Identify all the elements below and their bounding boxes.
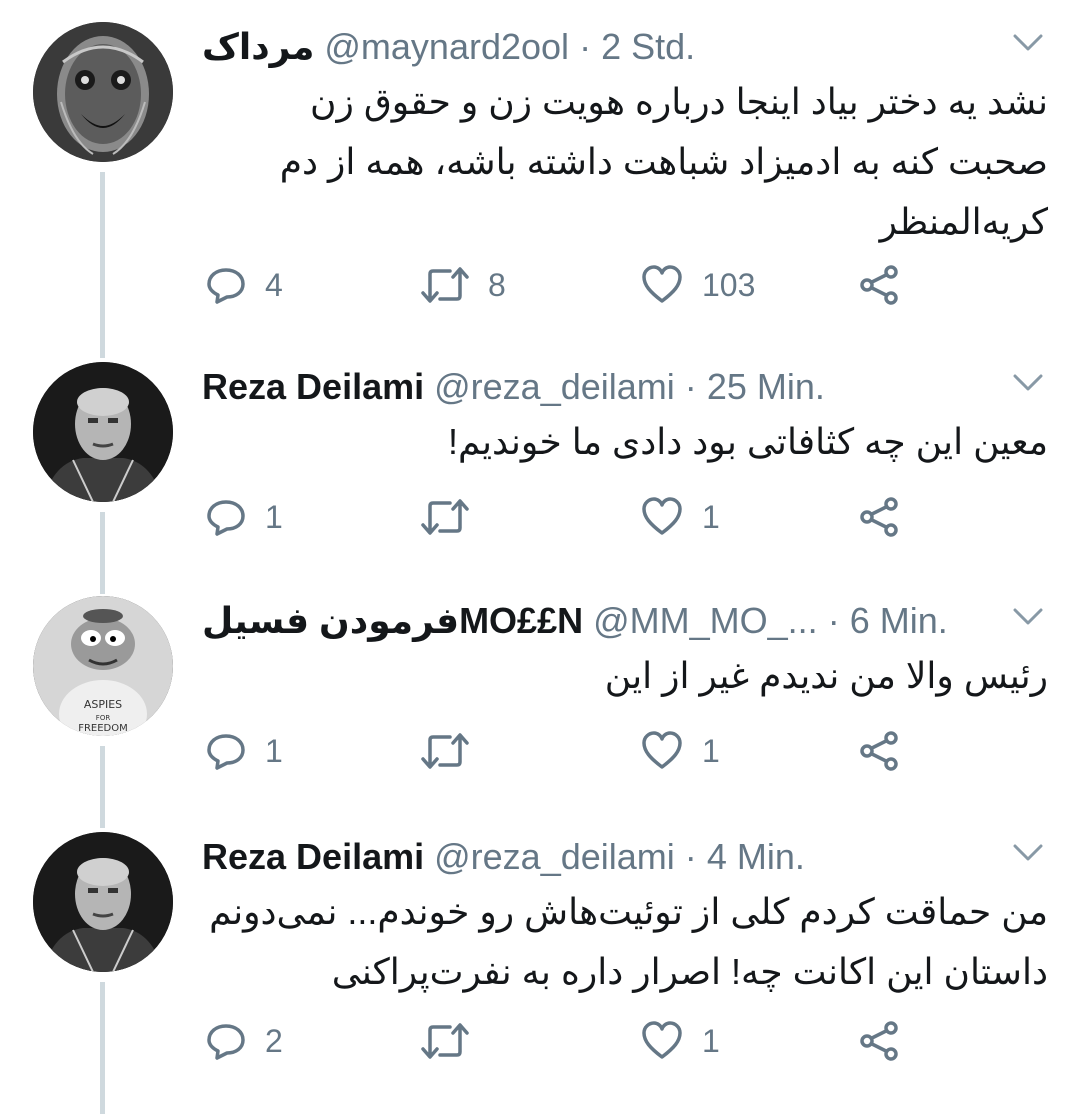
reply-icon xyxy=(207,500,245,536)
heart-icon xyxy=(642,1021,682,1059)
chevron-down-icon[interactable] xyxy=(1012,372,1044,394)
like-button[interactable]: 1 xyxy=(640,492,720,542)
share-icon xyxy=(860,265,898,305)
share-icon xyxy=(860,497,898,537)
tweet[interactable]: ASPIES FOR FREEDOM فرمودن فسیلMO££N @MM_… xyxy=(0,596,1080,806)
reply-count: 4 xyxy=(265,266,283,303)
tweet-text-line: صحبت کنه به ادمیزاد شباهت داشته باشه، هم… xyxy=(279,141,1048,182)
tweet[interactable]: Reza Deilami @reza_deilami · 4 Min. من ح… xyxy=(0,832,1080,1114)
like-button[interactable]: 1 xyxy=(640,726,720,776)
reply-button[interactable]: 2 xyxy=(205,1016,283,1066)
like-count: 1 xyxy=(702,498,720,535)
avatar[interactable]: ASPIES FOR FREEDOM xyxy=(33,596,173,736)
separator: · xyxy=(827,600,840,641)
retweet-count: 8 xyxy=(488,266,506,303)
reply-button[interactable]: 1 xyxy=(205,726,283,776)
chevron-down-icon[interactable] xyxy=(1012,606,1044,628)
tweet-text-line: رئیس والا من ندیدم غیر از این xyxy=(604,655,1048,696)
tweet-header: Reza Deilami @reza_deilami · 25 Min. xyxy=(202,362,962,412)
like-count: 1 xyxy=(702,1022,720,1059)
avatar[interactable] xyxy=(33,22,173,162)
share-button[interactable] xyxy=(858,726,902,776)
share-button[interactable] xyxy=(858,492,902,542)
retweet-button[interactable] xyxy=(420,726,488,776)
like-button[interactable]: 103 xyxy=(640,260,755,310)
display-name[interactable]: فرمودن فسیلMO££N xyxy=(202,600,583,641)
avatar[interactable] xyxy=(33,362,173,502)
retweet-button[interactable] xyxy=(420,1016,488,1066)
like-count: 1 xyxy=(702,732,720,769)
reply-icon xyxy=(207,268,245,304)
tweet-text: رئیس والا من ندیدم غیر از این xyxy=(202,646,1048,706)
handle[interactable]: @reza_deilami xyxy=(434,836,675,877)
tweet-text-line: معین این چه کثافاتی بود دادی ما خوندیم! xyxy=(448,421,1048,462)
retweet-button[interactable] xyxy=(420,492,488,542)
like-count: 103 xyxy=(702,266,756,303)
heart-icon xyxy=(642,265,682,303)
tweet-text-line: داستان این اکانت چه! اصرار داره به نفرت‌… xyxy=(331,951,1048,992)
retweet-icon xyxy=(421,499,469,535)
tweet-text: معین این چه کثافاتی بود دادی ما خوندیم! xyxy=(202,412,1048,472)
tweet-text-line: کریه‌المنظر xyxy=(879,201,1048,242)
timestamp[interactable]: 4 Min. xyxy=(707,836,805,877)
reply-count: 2 xyxy=(265,1022,283,1059)
timestamp[interactable]: 25 Min. xyxy=(707,366,825,407)
reply-icon xyxy=(207,1024,245,1060)
display-name[interactable]: Reza Deilami xyxy=(202,366,424,407)
tweet[interactable]: مرداک @maynard2ool · 2 Std. نشد یه دختر … xyxy=(0,22,1080,342)
handle[interactable]: @reza_deilami xyxy=(434,366,675,407)
reply-icon xyxy=(207,734,245,770)
display-name[interactable]: مرداک xyxy=(202,26,314,67)
chevron-down-icon[interactable] xyxy=(1012,842,1044,864)
tweet-text-line: نشد یه دختر بیاد اینجا درباره هویت زن و … xyxy=(310,81,1048,122)
share-icon xyxy=(860,731,898,771)
reply-count: 1 xyxy=(265,498,283,535)
tweet-text: نشد یه دختر بیاد اینجا درباره هویت زن و … xyxy=(202,72,1048,252)
svg-text:FREEDOM: FREEDOM xyxy=(78,723,128,734)
heart-icon xyxy=(642,731,682,769)
retweet-icon xyxy=(421,1023,469,1059)
avatar[interactable] xyxy=(33,832,173,972)
share-button[interactable] xyxy=(858,1016,902,1066)
tweet-text: من حماقت کردم کلی از توئیت‌هاش رو خوندم.… xyxy=(202,882,1048,1002)
retweet-icon xyxy=(421,267,469,303)
timestamp[interactable]: 2 Std. xyxy=(601,26,695,67)
tweet-header: Reza Deilami @reza_deilami · 4 Min. xyxy=(202,832,962,882)
retweet-icon xyxy=(421,733,469,769)
tweet[interactable]: Reza Deilami @reza_deilami · 25 Min. معی… xyxy=(0,362,1080,572)
svg-text:ASPIES: ASPIES xyxy=(84,698,122,711)
reply-button[interactable]: 4 xyxy=(205,260,283,310)
separator: · xyxy=(684,366,697,407)
timestamp[interactable]: 6 Min. xyxy=(850,600,948,641)
share-icon xyxy=(860,1021,898,1061)
tweet-header: مرداک @maynard2ool · 2 Std. xyxy=(202,22,962,72)
tweet-text-line: من حماقت کردم کلی از توئیت‌هاش رو خوندم.… xyxy=(209,891,1048,932)
share-button[interactable] xyxy=(858,260,902,310)
heart-icon xyxy=(642,497,682,535)
chevron-down-icon[interactable] xyxy=(1012,32,1044,54)
svg-text:FOR: FOR xyxy=(96,714,111,722)
handle[interactable]: @MM_MO_... xyxy=(593,600,818,641)
retweet-button[interactable]: 8 xyxy=(420,260,506,310)
reply-button[interactable]: 1 xyxy=(205,492,283,542)
separator: · xyxy=(579,26,592,67)
handle[interactable]: @maynard2ool xyxy=(324,26,569,67)
separator: · xyxy=(684,836,697,877)
display-name[interactable]: Reza Deilami xyxy=(202,836,424,877)
like-button[interactable]: 1 xyxy=(640,1016,720,1066)
tweet-header: فرمودن فسیلMO££N @MM_MO_... · 6 Min. xyxy=(202,596,962,646)
reply-count: 1 xyxy=(265,732,283,769)
